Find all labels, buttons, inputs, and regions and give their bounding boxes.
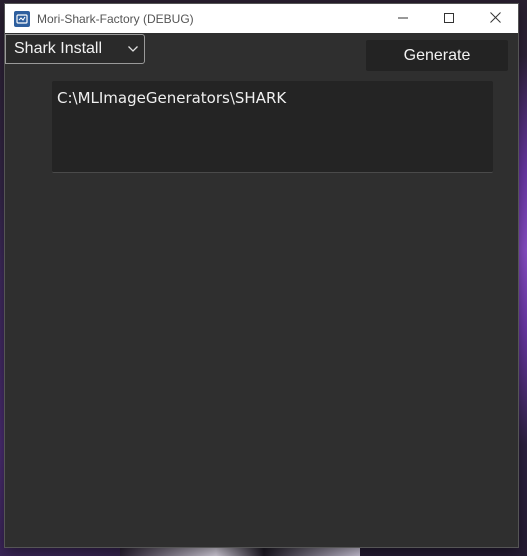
close-button[interactable]: [472, 4, 518, 33]
close-icon: [489, 10, 501, 28]
minimize-icon: [398, 10, 408, 28]
minimize-button[interactable]: [380, 4, 426, 33]
generate-button[interactable]: Generate: [366, 40, 508, 71]
app-window: Mori-Shark-Factory (DEBUG) Shark Install: [5, 4, 518, 547]
maximize-button[interactable]: [426, 4, 472, 33]
install-path-field[interactable]: C:\MLImageGenerators\SHARK: [52, 81, 493, 173]
title-bar[interactable]: Mori-Shark-Factory (DEBUG): [5, 4, 518, 33]
window-title: Mori-Shark-Factory (DEBUG): [37, 11, 194, 26]
maximize-icon: [444, 10, 454, 28]
client-area: Shark Install Generate C:\MLImageGenerat…: [5, 33, 518, 547]
install-select-value: Shark Install: [14, 40, 103, 57]
app-icon: [14, 10, 30, 27]
chevron-down-icon: [122, 46, 144, 52]
install-select[interactable]: Shark Install: [5, 34, 145, 64]
